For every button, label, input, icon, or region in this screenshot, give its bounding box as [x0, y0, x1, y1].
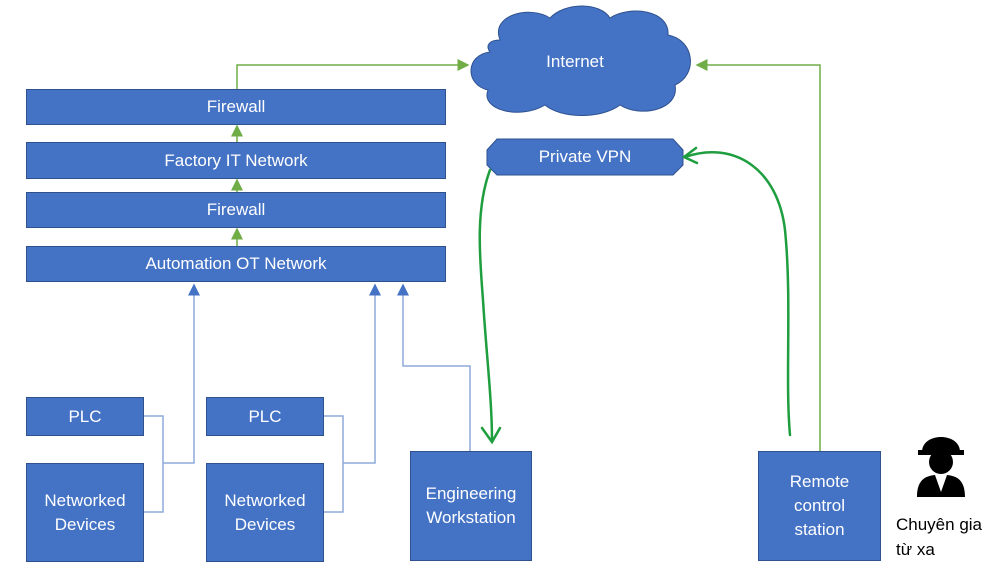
firewall-top[interactable]: Firewall: [26, 89, 446, 125]
caption-line2: từ xa: [896, 540, 935, 559]
engineering-workstation[interactable]: Engineering Workstation: [410, 451, 532, 561]
link-group1: [144, 285, 194, 513]
plc-1[interactable]: PLC: [26, 397, 144, 436]
firewall-mid[interactable]: Firewall: [26, 192, 446, 228]
internet-label: Internet: [546, 52, 604, 71]
private-vpn-label[interactable]: Private VPN: [487, 147, 683, 167]
link-group2: [324, 285, 375, 513]
networked-devices-2[interactable]: Networked Devices: [206, 463, 324, 562]
factory-it-network[interactable]: Factory IT Network: [26, 142, 446, 179]
remote-control-station[interactable]: Remote control station: [758, 451, 881, 561]
vpn-to-ews: [478, 168, 494, 442]
engineer-hardhat-icon: [917, 437, 965, 497]
automation-ot-network[interactable]: Automation OT Network: [26, 246, 446, 282]
link-firewall-internet: [236, 59, 470, 89]
plc-2[interactable]: PLC: [206, 397, 324, 436]
link-remote-internet: [695, 59, 821, 451]
link-ews-ot: [397, 283, 471, 451]
networked-devices-1[interactable]: Networked Devices: [26, 463, 144, 562]
caption-line1: Chuyên gia: [896, 515, 983, 534]
remote-to-vpn: [683, 151, 792, 437]
person-caption: Chuyên gia từ xa: [896, 512, 982, 562]
